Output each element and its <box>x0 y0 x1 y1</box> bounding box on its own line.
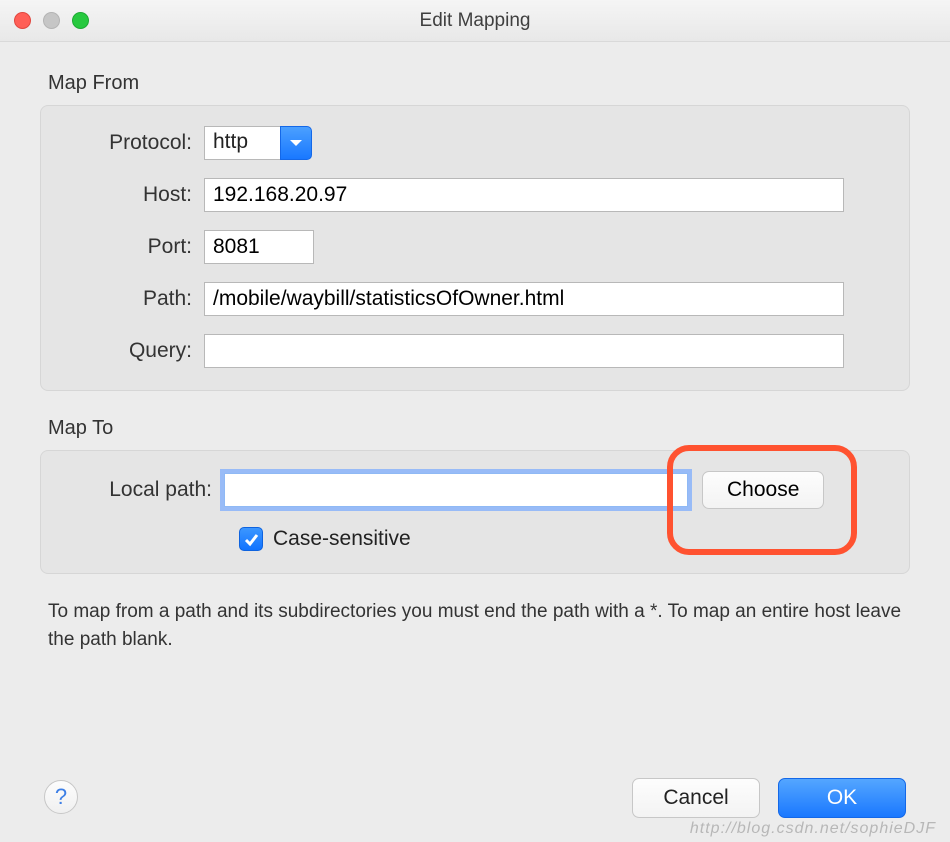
ok-button[interactable]: OK <box>778 778 906 818</box>
path-label: Path: <box>59 287 204 311</box>
port-label: Port: <box>59 235 204 259</box>
protocol-dropdown-button[interactable] <box>280 126 312 160</box>
host-label: Host: <box>59 183 204 207</box>
traffic-lights <box>14 12 89 29</box>
maximize-window-button[interactable] <box>72 12 89 29</box>
map-from-section-label: Map From <box>48 72 910 95</box>
chevron-down-icon <box>289 138 303 148</box>
watermark-text: http://blog.csdn.net/sophieDJF <box>690 820 936 838</box>
case-sensitive-checkbox[interactable] <box>239 527 263 551</box>
query-label: Query: <box>59 339 204 363</box>
choose-button[interactable]: Choose <box>702 471 824 509</box>
path-input[interactable] <box>204 282 844 316</box>
port-input[interactable] <box>204 230 314 264</box>
map-from-panel: Protocol: http Host: Port: Path: Query: <box>40 105 910 391</box>
help-button[interactable]: ? <box>44 780 78 814</box>
map-to-panel: Local path: Choose Case-sensitive <box>40 450 910 574</box>
host-input[interactable] <box>204 178 844 212</box>
checkmark-icon <box>243 531 259 547</box>
close-window-button[interactable] <box>14 12 31 29</box>
map-to-section-label: Map To <box>48 417 910 440</box>
dialog-footer-buttons: Cancel OK <box>632 778 906 818</box>
local-path-input[interactable] <box>224 473 688 507</box>
case-sensitive-label: Case-sensitive <box>273 527 411 551</box>
window-title: Edit Mapping <box>0 10 950 32</box>
protocol-select[interactable]: http <box>204 126 312 160</box>
local-path-label: Local path: <box>59 478 224 502</box>
minimize-window-button[interactable] <box>43 12 60 29</box>
hint-text: To map from a path and its subdirectorie… <box>48 598 902 653</box>
cancel-button[interactable]: Cancel <box>632 778 760 818</box>
window-titlebar: Edit Mapping <box>0 0 950 42</box>
protocol-value: http <box>204 126 280 160</box>
query-input[interactable] <box>204 334 844 368</box>
protocol-label: Protocol: <box>59 131 204 155</box>
